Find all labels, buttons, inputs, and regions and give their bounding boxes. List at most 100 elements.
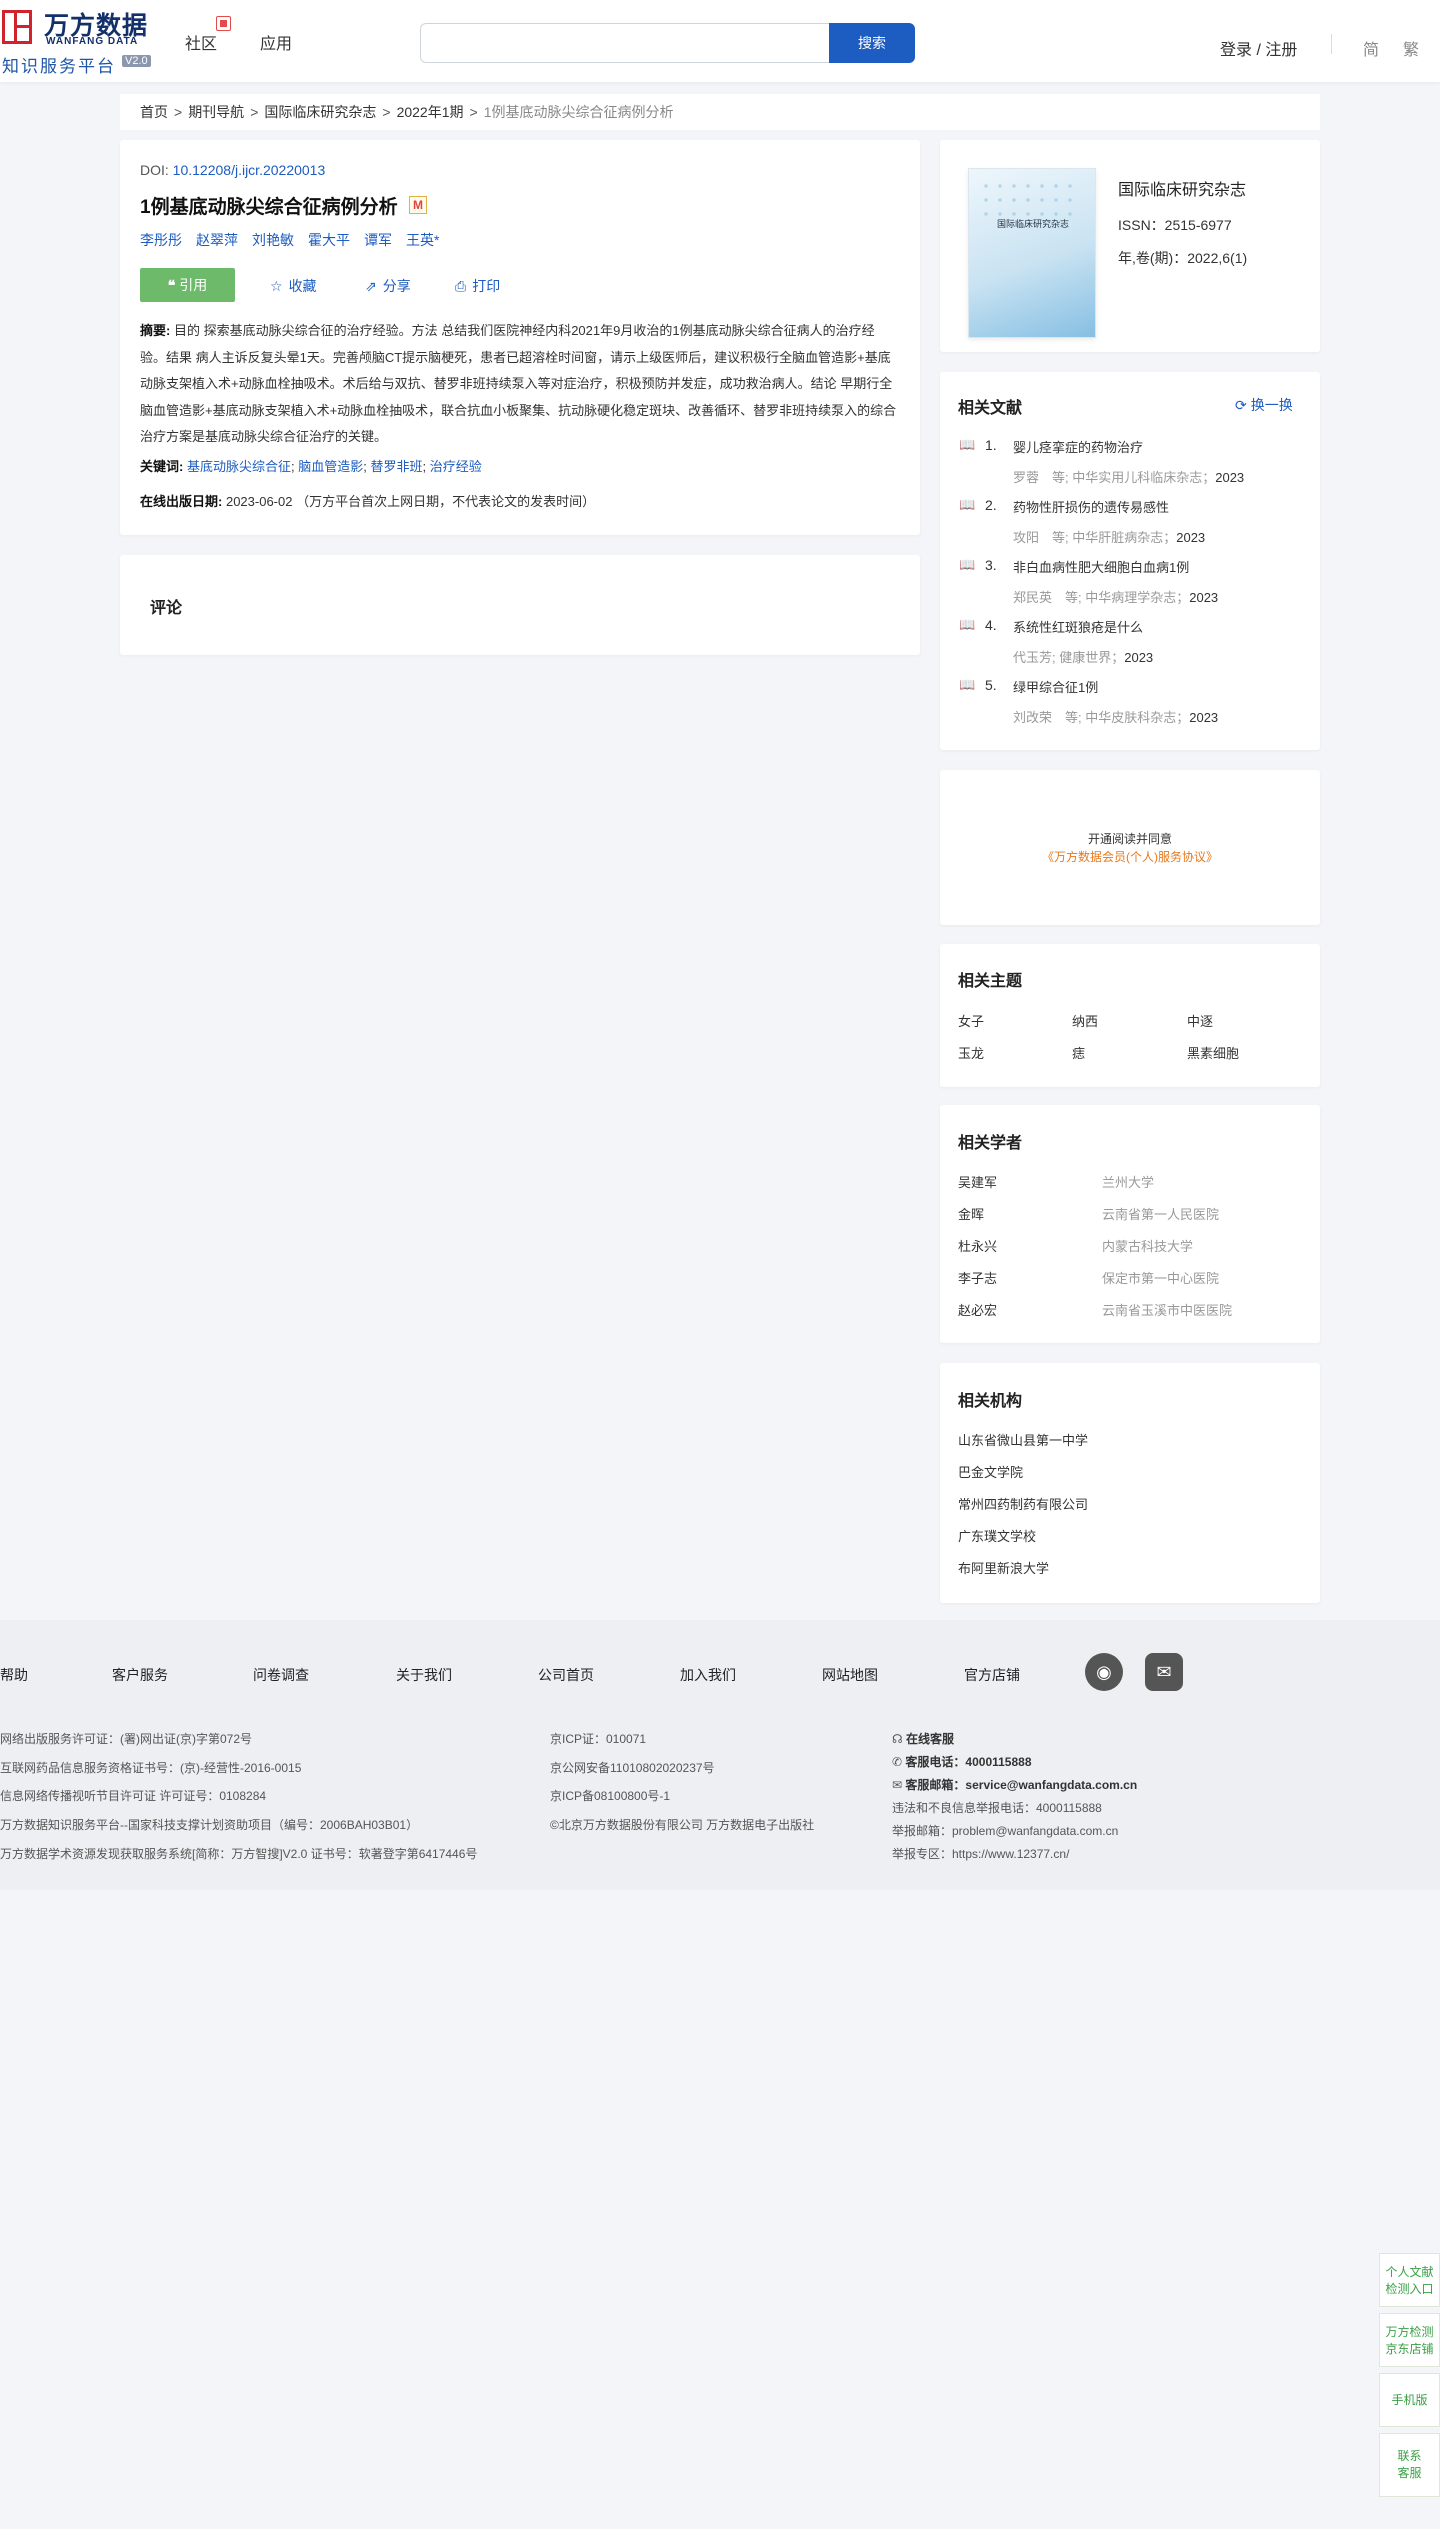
nav-community[interactable]: 社区 [185, 30, 217, 54]
book-icon: 📖 [959, 497, 976, 512]
support-email: ✉ 客服邮箱：service@wanfangdata.com.cn [892, 1776, 1137, 1793]
author-link[interactable]: 赵翠萍 [196, 232, 238, 248]
float-text: 万方检测 [1385, 2325, 1434, 2339]
scholar-name[interactable]: 金晖 [958, 1204, 984, 1223]
footer-link-company[interactable]: 公司首页 [538, 1665, 594, 1685]
journal-cover[interactable]: 国际临床研究杂志 [968, 168, 1096, 338]
author-link[interactable]: 谭军 [364, 232, 392, 248]
related-docs-title: 相关文献 [958, 400, 1023, 417]
favorite-button[interactable]: ☆ 收藏 [270, 276, 317, 296]
share-icon: ⇗ [365, 278, 377, 294]
author-link[interactable]: 霍大平 [308, 232, 350, 248]
footer-link-join[interactable]: 加入我们 [680, 1665, 736, 1685]
online-date: 2023-06-02 [225, 494, 293, 509]
share-label: 分享 [382, 278, 411, 294]
nav-apps[interactable]: 应用 [260, 30, 292, 54]
support-email-label: 客服邮箱： [905, 1778, 966, 1792]
cite-label: 引用 [179, 277, 208, 293]
support-phone-number: 4000115888 [965, 1755, 1032, 1769]
print-button[interactable]: ⎙ 打印 [455, 276, 500, 296]
online-date-label: 在线出版日期: [140, 494, 223, 509]
related-doc-title[interactable]: 非白血病性肥大细胞白血病1例 [1013, 557, 1189, 576]
institution-link[interactable]: 巴金文学院 [958, 1462, 1023, 1481]
online-date-note: （万方平台首次上网日期，不代表论文的发表时间） [296, 494, 596, 509]
breadcrumb-sep: > [174, 104, 183, 120]
printer-icon: ⎙ [455, 278, 467, 294]
scholar-org: 内蒙古科技大学 [1102, 1239, 1194, 1254]
related-doc-source: 攻阳 等; 中华肝脏病杂志； [1013, 530, 1177, 545]
lang-traditional[interactable]: 繁 [1403, 36, 1419, 60]
topic-link[interactable]: 纳西 [1072, 1011, 1098, 1030]
related-doc-year: 2023 [1189, 590, 1219, 605]
float-text: 客服 [1397, 2466, 1422, 2480]
footer-link-survey[interactable]: 问卷调查 [253, 1665, 309, 1685]
related-doc-num: 5. [985, 677, 997, 693]
institution-link[interactable]: 山东省微山县第一中学 [958, 1430, 1088, 1449]
keyword-link[interactable]: 脑血管造影 [298, 459, 363, 474]
keyword-link[interactable]: 基底动脉尖综合征 [187, 459, 291, 474]
book-icon: 📖 [959, 617, 976, 632]
search-button[interactable]: 搜索 [829, 23, 915, 63]
topic-link[interactable]: 玉龙 [958, 1043, 984, 1062]
service-agreement-link[interactable]: 《万方数据会员(个人)服务协议》 [940, 848, 1320, 865]
share-button[interactable]: ⇗ 分享 [365, 276, 411, 296]
scholar-name[interactable]: 吴建军 [958, 1172, 997, 1191]
breadcrumb-journals[interactable]: 期刊导航 [188, 104, 244, 120]
breadcrumb-current: 1例基底动脉尖综合征病例分析 [483, 104, 674, 120]
wechat-icon[interactable]: ✉ [1145, 1653, 1183, 1691]
footer-link-about[interactable]: 关于我们 [396, 1665, 452, 1685]
mobile-entry[interactable]: 手机版 [1379, 2373, 1440, 2427]
favorite-label: 收藏 [288, 278, 317, 294]
refresh-button[interactable]: ⟳ 换一换 [1235, 395, 1293, 415]
scholar-org: 兰州大学 [1102, 1175, 1155, 1190]
author-link[interactable]: 王英* [406, 232, 439, 248]
footer-link-sitemap[interactable]: 网站地图 [822, 1665, 878, 1685]
institution-link[interactable]: 常州四药制药有限公司 [958, 1494, 1088, 1513]
author-link[interactable]: 刘艳敏 [252, 232, 294, 248]
login-register-link[interactable]: 登录 / 注册 [1220, 36, 1297, 60]
scholar-name[interactable]: 赵必宏 [958, 1300, 997, 1319]
version-badge: V2.0 [122, 55, 151, 67]
footer-link-service[interactable]: 客户服务 [112, 1665, 168, 1685]
author-link[interactable]: 李彤彤 [140, 232, 182, 248]
keywords-line: 关键词: 基底动脉尖综合征; 脑血管造影; 替罗非班; 治疗经验 [140, 459, 482, 474]
keyword-link[interactable]: 替罗非班 [370, 459, 422, 474]
institution-link[interactable]: 布阿里新浪大学 [958, 1558, 1049, 1577]
topic-link[interactable]: 中逐 [1187, 1011, 1213, 1030]
personal-check-entry[interactable]: 个人文献 检测入口 [1379, 2253, 1440, 2307]
header-divider [1331, 34, 1332, 54]
institution-link[interactable]: 广东璞文学校 [958, 1526, 1036, 1545]
footer-license: 信息网络传播视听节目许可证 许可证号：0108284 [0, 1789, 267, 1803]
topic-link[interactable]: 痣 [1072, 1043, 1085, 1062]
jd-store-entry[interactable]: 万方检测 京东店铺 [1379, 2313, 1440, 2367]
online-date-line: 在线出版日期: 2023-06-02 （万方平台首次上网日期，不代表论文的发表时… [140, 491, 595, 510]
cite-button[interactable]: ❝ 引用 [140, 268, 235, 302]
doi-link[interactable]: 10.12208/j.ijcr.20220013 [173, 162, 326, 178]
footer-link-store[interactable]: 官方店铺 [964, 1665, 1020, 1685]
contact-support-entry[interactable]: 联系 客服 [1379, 2433, 1440, 2497]
breadcrumb-journal[interactable]: 国际临床研究杂志 [264, 104, 376, 120]
headset-icon: ☊ [892, 1732, 903, 1746]
topic-link[interactable]: 女子 [958, 1011, 984, 1030]
wanfang-logo[interactable]: 万方数据 WANFANG DATA 知识服务平台 V2.0 [0, 6, 160, 76]
phone-icon: ✆ [892, 1755, 903, 1769]
online-support-link[interactable]: ☊ 在线客服 [892, 1730, 954, 1747]
related-doc-title[interactable]: 系统性红斑狼疮是什么 [1013, 617, 1143, 636]
scholar-org: 云南省第一人民医院 [1102, 1207, 1220, 1222]
star-icon: ☆ [270, 278, 283, 294]
topic-link[interactable]: 黑素细胞 [1187, 1043, 1239, 1062]
weibo-icon[interactable]: ◉ [1085, 1653, 1123, 1691]
journal-name[interactable]: 国际临床研究杂志 [1118, 176, 1246, 200]
related-doc-title[interactable]: 婴儿痉挛症的药物治疗 [1013, 437, 1143, 456]
footer-link-help[interactable]: 帮助 [0, 1665, 28, 1685]
lang-simplified[interactable]: 简 [1363, 36, 1379, 60]
keyword-link[interactable]: 治疗经验 [430, 459, 482, 474]
breadcrumb-home[interactable]: 首页 [140, 104, 168, 120]
related-doc-title[interactable]: 药物性肝损伤的遗传易感性 [1013, 497, 1169, 516]
breadcrumb-issue[interactable]: 2022年1期 [397, 104, 464, 120]
search-input[interactable] [420, 23, 830, 63]
related-doc-meta: 罗蓉 等; 中华实用儿科临床杂志；2023 [1013, 467, 1244, 486]
related-doc-title[interactable]: 绿甲综合征1例 [1013, 677, 1098, 696]
scholar-name[interactable]: 李子志 [958, 1268, 997, 1287]
scholar-name[interactable]: 杜永兴 [958, 1236, 997, 1255]
